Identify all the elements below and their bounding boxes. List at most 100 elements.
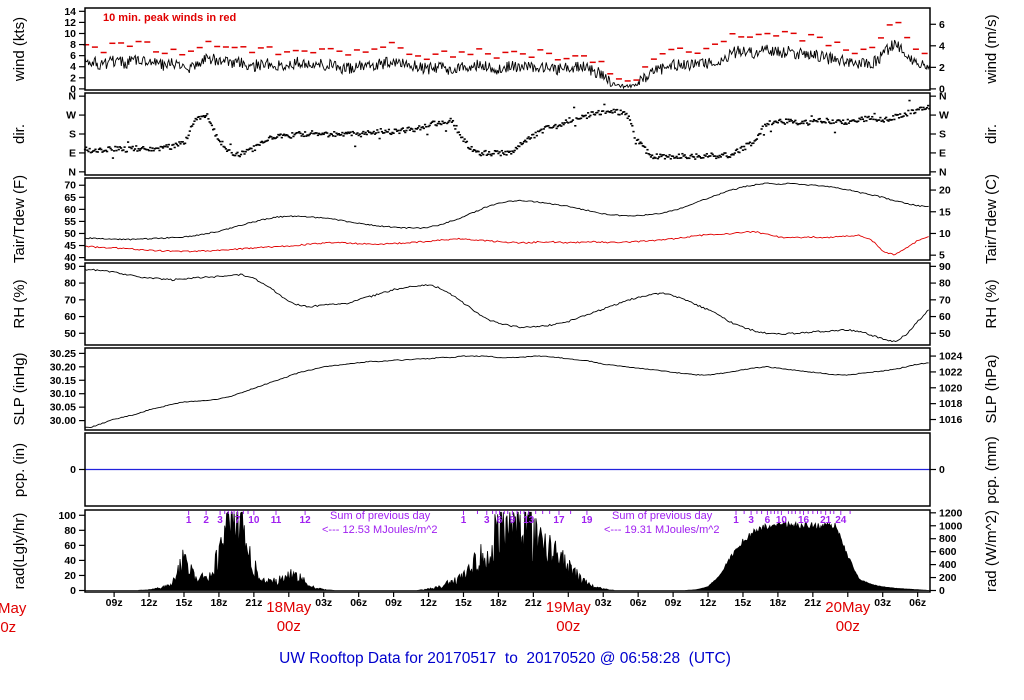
dir-point [251,150,254,153]
dir-point [847,122,851,124]
rad-sum-label: 6 [765,515,771,526]
y-tick-label-left: 12 [64,17,76,29]
dir-point [690,153,693,156]
dir-point [896,113,899,116]
dir-point [911,109,915,112]
dir-point [787,118,790,121]
y-tick-label-left: E [69,147,76,159]
sum-note-2-line1: Sum of previous day [612,510,713,522]
dir-point [761,125,764,128]
dir-point [292,135,295,138]
dir-point [378,137,381,140]
dir-point [304,131,307,133]
dir-point [126,141,130,143]
dir-point [477,150,480,153]
dir-point [925,106,929,109]
x-tick-label: 03z [595,597,612,609]
dir-point [161,147,165,149]
x-tick-label: 09z [665,597,682,609]
tair-left-axis-label: Tair/Tdew (F) [11,175,28,263]
dir-point [387,128,391,131]
dir-point [899,113,902,115]
dir-point [352,132,356,134]
dir-point [500,149,504,152]
y-tick-label-left: 0 [70,464,76,476]
dir-point [457,131,460,133]
x-tick-label: 12z [420,597,437,609]
date-label: 18May [266,599,312,616]
dir-point [897,117,901,119]
dir-point [921,109,924,111]
dir-point [416,127,420,129]
y-tick-label-right: 0 [939,464,945,476]
dir-point [441,120,444,123]
dir-point [711,153,714,156]
x-tick-label: 03z [315,597,332,609]
dir-point [779,118,782,121]
dir-point [585,117,589,120]
dir-point [440,123,443,126]
dir-point [612,108,615,111]
dir-point [524,139,527,142]
dir-point [425,125,428,128]
dir-point [380,130,384,133]
dir-point [533,136,536,139]
dir-point [573,106,576,109]
dir-point [596,111,599,114]
dir-point [404,131,407,134]
y-tick-label-right: 600 [939,546,957,558]
dir-point [228,149,231,151]
dir-point [384,129,387,132]
y-tick-label-left: 60 [64,540,76,552]
dir-point [620,113,623,115]
dir-point [626,117,629,120]
dir-point [637,138,640,141]
wind-left-axis-label: wind (kts) [11,17,28,82]
tair_tdew-series-line [84,231,929,256]
rad-sum-label: 2 [203,515,209,526]
dir-point [692,156,696,158]
dir-point [229,143,232,146]
dir-point [563,122,566,124]
dir-point [223,146,226,149]
dir-point [192,123,195,125]
dir-point [776,121,780,124]
dir-point [397,129,400,132]
dir-point [914,111,917,114]
left-edge-date-line2: 00z [0,619,16,636]
slp-left-axis-label: SLP (inHg) [11,352,28,425]
dir-point [188,130,191,132]
y-tick-label-left: 60 [64,204,76,216]
dir-point [680,157,683,159]
sum-note-1-line2: <--- 12.53 MJoules/m^2 [322,524,438,536]
x-tick-label: 06z [350,597,367,609]
dir-point [122,149,125,151]
y-tick-label-left: 4 [70,61,76,73]
dir-point [658,156,661,158]
dir-point [221,140,224,143]
y-tick-label-left: 45 [64,240,76,252]
dir-point [738,151,741,154]
x-tick-label: 18z [210,597,227,609]
y-tick-label-right: N [939,91,947,103]
dir-point [513,149,516,152]
dir-point [310,130,314,132]
y-tick-label-left: 70 [64,180,76,192]
x-tick-label: 03z [874,597,891,609]
rh-panel: 50 60 70 80 90 50 60 70 80 90 [64,261,951,346]
dir-point [865,119,868,122]
dir-point [450,121,453,123]
dir-point [335,132,338,135]
dir-point [157,147,160,150]
dir-point [177,145,180,147]
dir-point [208,121,211,123]
x-tick-label: 09z [385,597,402,609]
dir-point [628,119,632,121]
dir-point [443,121,446,124]
dir-point [772,122,775,125]
dir-point [88,147,91,150]
dir-point [609,111,612,114]
y-tick-label-left: S [69,129,76,141]
dir-point [630,122,633,125]
dir-point [521,142,524,145]
